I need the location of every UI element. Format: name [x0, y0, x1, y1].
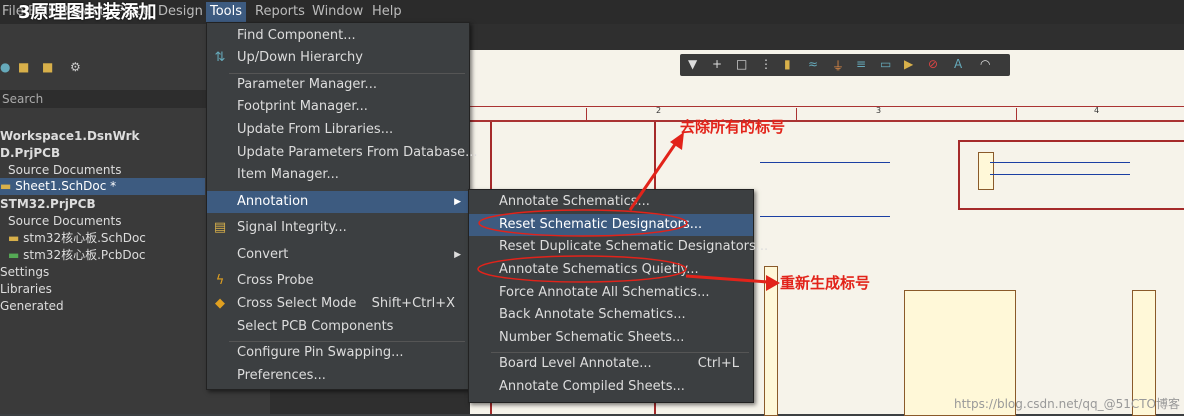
watermark: https://blog.csdn.net/qq_@51CTO博客 [953, 397, 1180, 411]
arrow-line [685, 274, 769, 284]
arrow-line [628, 139, 680, 211]
highlight-ellipse [478, 209, 688, 237]
annotation-remove-all: 去除所有的标号 [680, 118, 786, 136]
arrowhead [766, 275, 780, 291]
annotation-regenerate: 重新生成标号 [780, 274, 871, 292]
highlight-ellipse [477, 255, 687, 283]
annotation-overlay [477, 132, 780, 291]
